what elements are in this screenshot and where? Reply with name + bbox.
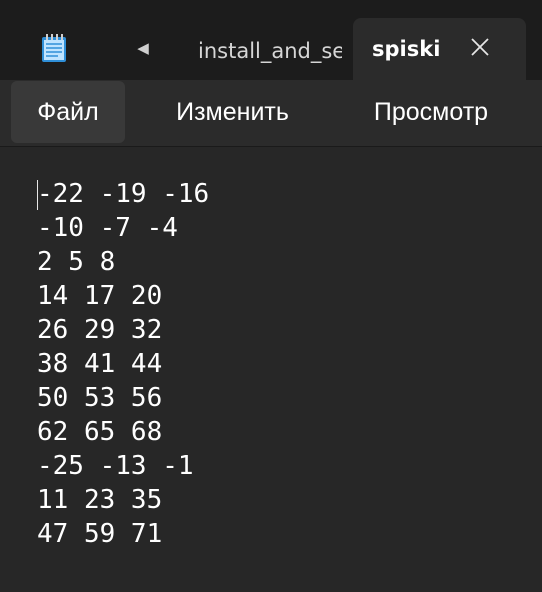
text-line: 14 17 20	[37, 281, 163, 311]
text-line: 11 23 35	[37, 485, 163, 515]
text-line: 62 65 68	[37, 417, 163, 447]
menu-bar: Файл Изменить Просмотр	[0, 80, 542, 147]
close-tab-button[interactable]	[469, 36, 491, 58]
tab-scroll-left-button[interactable]: ◀	[133, 38, 153, 58]
title-bar: ◀ install_and_se spiski	[0, 0, 542, 80]
text-line: -22 -19 -16	[37, 179, 210, 209]
document-text: -22 -19 -16 -10 -7 -4 2 5 8 14 17 20 26 …	[37, 177, 209, 551]
text-line: 50 53 56	[37, 383, 163, 413]
menu-edit[interactable]: Изменить	[155, 81, 310, 143]
caret-left-icon: ◀	[137, 39, 149, 57]
tab-label: install_and_se	[198, 39, 342, 63]
menu-view[interactable]: Просмотр	[348, 81, 514, 143]
close-icon	[471, 38, 489, 56]
text-line: 2 5 8	[37, 247, 116, 277]
text-editor[interactable]: -22 -19 -16 -10 -7 -4 2 5 8 14 17 20 26 …	[0, 147, 542, 592]
tab-label: spiski	[372, 37, 441, 61]
notepad-icon	[41, 33, 67, 63]
tab-spiski[interactable]: spiski	[353, 18, 526, 80]
text-line: -10 -7 -4	[37, 213, 178, 243]
tab-install-and-setup[interactable]: install_and_se	[198, 34, 342, 68]
text-line: 26 29 32	[37, 315, 163, 345]
text-line: 47 59 71	[37, 519, 163, 549]
text-line: 38 41 44	[37, 349, 163, 379]
menu-file[interactable]: Файл	[11, 81, 125, 143]
text-line: -25 -13 -1	[37, 451, 194, 481]
